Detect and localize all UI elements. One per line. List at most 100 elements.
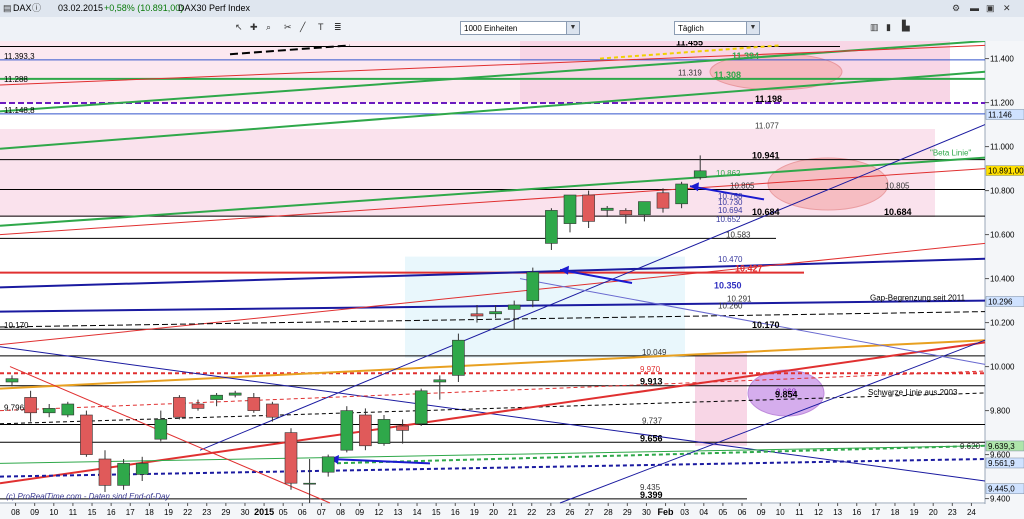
indicator-icon[interactable]: ▥: [870, 21, 879, 33]
x-tick-label: 27: [585, 508, 594, 517]
y-tick-label: 10.800: [990, 187, 1015, 196]
x-tick-label: 26: [566, 508, 575, 517]
level-label: 9.854: [775, 390, 798, 400]
level-label: 10.049: [642, 348, 667, 357]
level-label: 10.805: [730, 182, 755, 191]
level-label: 9.913: [640, 377, 663, 387]
candle-body: [489, 311, 502, 315]
x-tick-label: 10: [776, 508, 785, 517]
level-label: 9.970: [640, 365, 661, 374]
text-tool-icon[interactable]: T: [318, 21, 324, 33]
x-tick-label: 06: [738, 508, 747, 517]
level-label: 11.394: [732, 51, 759, 61]
trend-line: [0, 392, 986, 425]
candle-body: [321, 456, 335, 473]
candle-body: [452, 339, 465, 376]
candles-icon[interactable]: ▮: [886, 21, 891, 33]
candle-body: [414, 390, 428, 425]
draw-line-icon[interactable]: ╱: [300, 21, 305, 33]
level-label: 10.652: [716, 215, 741, 224]
period-select[interactable]: Täglich ▼: [674, 21, 760, 35]
level-label-right: 10.684: [884, 207, 912, 217]
level-label: 10.350: [714, 281, 742, 291]
units-select[interactable]: 1000 Einheiten ▼: [460, 21, 580, 35]
settings-icon[interactable]: ⚙: [952, 2, 960, 14]
candle-body: [563, 194, 577, 224]
x-tick-label: 29: [221, 508, 230, 517]
level-label: 9.656: [640, 433, 663, 443]
annotation-label: Gap-Begrenzung seit 2011: [870, 294, 966, 303]
x-tick-label: 03: [680, 508, 689, 517]
candle-body: [470, 313, 484, 317]
candle-body: [61, 403, 75, 416]
annotation-label: "Beta Linie": [930, 148, 971, 157]
units-select-value: 1000 Einheiten: [464, 24, 518, 33]
annotation-label: Schwarze Linie aus 2003: [868, 388, 958, 397]
level-label: 11.077: [755, 122, 779, 131]
x-tick-label: 07: [317, 508, 326, 517]
x-tick-label: 15: [88, 508, 97, 517]
x-tick-label: 23: [546, 508, 555, 517]
x-tick-label: 23: [948, 508, 957, 517]
y-tick-label: 11.000: [990, 143, 1014, 152]
level-label: 9.399: [640, 490, 663, 500]
fibonacci-icon[interactable]: ≣: [334, 21, 342, 33]
candle-body: [619, 210, 633, 216]
symbol-label: DAX: [13, 3, 32, 13]
chart-area[interactable]: 11.455 11.394 11.319 11.308 11.198 11.077 10.9…: [0, 41, 1024, 519]
candle-body: [303, 482, 316, 485]
level-label-right: 10.805: [885, 182, 910, 191]
trend-line: [0, 370, 986, 412]
tools-icon[interactable]: ✂: [284, 21, 292, 33]
y-tick-label: 9.400: [990, 495, 1011, 504]
candle-body: [117, 463, 130, 486]
candle-body: [526, 271, 540, 301]
close-icon[interactable]: ✕: [1003, 2, 1011, 14]
level-label: 10.862: [716, 169, 741, 178]
candle-body: [396, 425, 409, 431]
chart-type-icon[interactable]: ▙: [902, 21, 910, 33]
candle-body: [284, 432, 298, 484]
x-tick-label: 2015: [254, 507, 274, 517]
y-tick-label: 10.000: [990, 363, 1015, 372]
trend-line: [559, 339, 986, 504]
crosshair-icon[interactable]: ✚: [250, 21, 258, 33]
y-tick-label: 10.600: [990, 231, 1015, 240]
x-tick-label: 18: [145, 508, 154, 517]
y-tick-label: 11.400: [990, 55, 1014, 64]
candle-body: [340, 410, 354, 451]
level-label: 10.583: [726, 230, 751, 239]
candle-body: [433, 379, 447, 383]
minimize-icon[interactable]: ▬: [970, 2, 979, 14]
x-tick-label: 17: [871, 508, 880, 517]
price-badge-label: 9.561,9: [988, 459, 1015, 468]
level-label: 10.684: [752, 207, 780, 217]
level-label: 9.737: [642, 416, 663, 425]
left-level-label: 11.288: [4, 75, 28, 84]
x-tick-label: 09: [30, 508, 39, 517]
x-tick-label: 08: [11, 508, 20, 517]
x-tick-label: 11: [795, 508, 804, 517]
pink-zone-small: [695, 353, 747, 446]
trend-line: [9, 366, 331, 504]
left-level-label: 10.170: [4, 321, 29, 330]
period-select-value: Täglich: [678, 24, 704, 33]
candle-body: [80, 414, 93, 455]
zoom-icon[interactable]: ⌕: [266, 21, 271, 33]
candle-body: [228, 392, 242, 396]
x-tick-label: 20: [489, 508, 498, 517]
candle-body: [582, 194, 595, 222]
maximize-icon[interactable]: ▣: [986, 2, 995, 14]
level-label: 10.260: [718, 301, 743, 310]
left-level-label: 11.148,8: [4, 106, 35, 115]
candle-body: [600, 207, 614, 211]
x-tick-label: 06: [298, 508, 307, 517]
chart-icon[interactable]: ▤: [3, 2, 12, 14]
candle-body: [247, 397, 261, 411]
cursor-icon[interactable]: ↖: [235, 21, 243, 33]
x-tick-label: 22: [183, 508, 192, 517]
x-tick-label: 28: [604, 508, 613, 517]
info-icon[interactable]: ⓘ: [32, 2, 41, 14]
level-label: 11.455: [676, 41, 703, 48]
candle-body: [98, 458, 112, 486]
